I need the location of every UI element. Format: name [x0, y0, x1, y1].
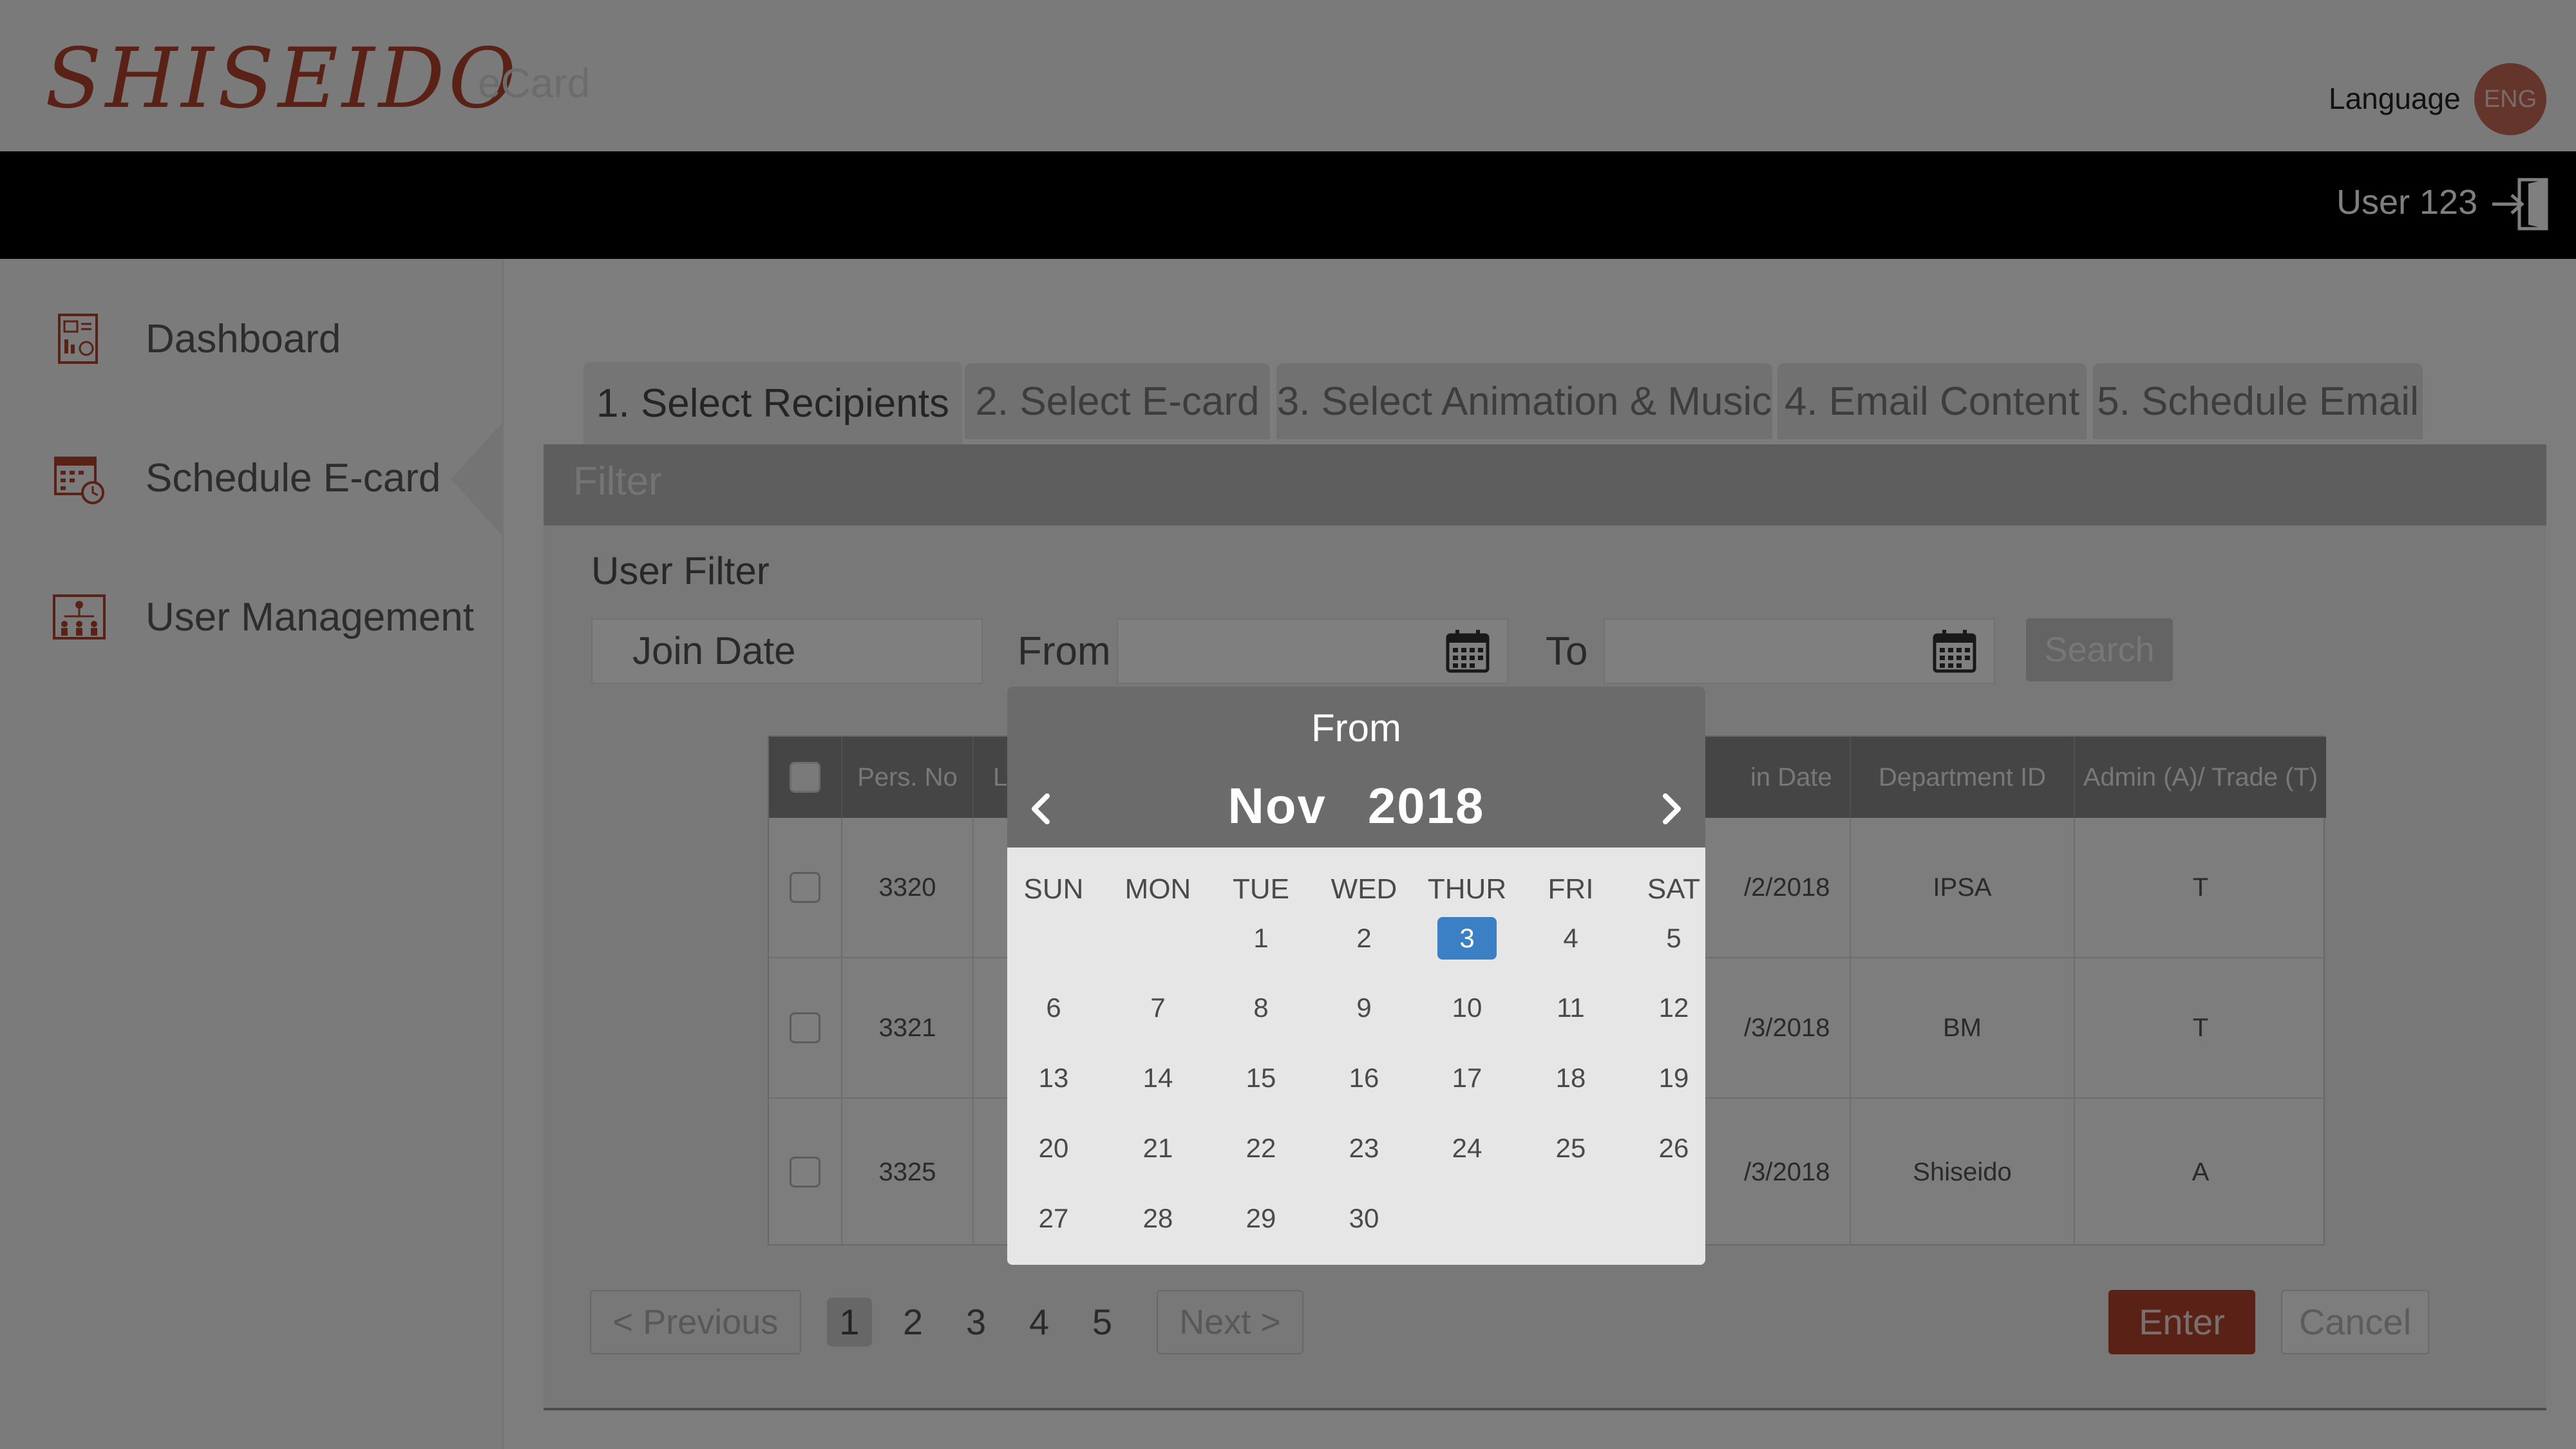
calendar-day[interactable]: 16: [1312, 1057, 1416, 1099]
calendar-day[interactable]: 30: [1312, 1197, 1416, 1240]
calendar-day-number: 29: [1245, 1203, 1276, 1233]
calendar-day-number: 7: [1150, 992, 1166, 1023]
calendar-day[interactable]: 19: [1622, 1057, 1705, 1099]
calendar-day-number: 2: [1356, 923, 1372, 953]
date-picker: From Nov 2018 SUN MON TUE WED THUR FRI SAT 1 2 3 4 5…: [1007, 687, 1705, 1265]
calendar-day[interactable]: 9: [1312, 987, 1416, 1029]
calendar-day-number: 17: [1452, 1063, 1482, 1093]
calendar-day[interactable]: 12: [1622, 987, 1705, 1029]
calendar-day-number: 25: [1555, 1133, 1586, 1163]
calendar-day-number: 22: [1245, 1133, 1276, 1163]
calendar-day[interactable]: 13: [1007, 1057, 1105, 1099]
calendar-day[interactable]: 14: [1106, 1057, 1209, 1099]
weekday-label: WED: [1331, 873, 1397, 905]
weekday-label: TUE: [1233, 873, 1289, 905]
calendar-day-number: 16: [1349, 1063, 1379, 1093]
calendar-day[interactable]: 6: [1007, 987, 1105, 1029]
calendar-day[interactable]: 2: [1312, 917, 1416, 960]
date-picker-title: From: [1311, 706, 1401, 750]
weekday-label: FRI: [1548, 873, 1594, 905]
calendar-day-number: 24: [1452, 1133, 1482, 1163]
calendar-day[interactable]: 17: [1416, 1057, 1519, 1099]
chevron-right-icon[interactable]: [1653, 783, 1691, 835]
calendar-day[interactable]: 28: [1106, 1197, 1209, 1240]
calendar-day-number: 9: [1356, 992, 1372, 1023]
month-year-label: Nov 2018: [1007, 777, 1705, 835]
calendar-day[interactable]: 22: [1209, 1127, 1312, 1170]
calendar-day-number: 14: [1142, 1063, 1173, 1093]
calendar-day[interactable]: 25: [1519, 1127, 1622, 1170]
calendar-day-number: 15: [1245, 1063, 1276, 1093]
calendar-day-number: 3: [1437, 917, 1497, 960]
calendar-day-number: 8: [1253, 992, 1269, 1023]
calendar-day[interactable]: 8: [1209, 987, 1312, 1029]
calendar-day-number: 5: [1666, 923, 1681, 953]
calendar-day[interactable]: 10: [1416, 987, 1519, 1029]
calendar-day[interactable]: 23: [1312, 1127, 1416, 1170]
calendar-day-number: 4: [1563, 923, 1578, 953]
calendar-day[interactable]: 20: [1007, 1127, 1105, 1170]
calendar-day-number: 30: [1349, 1203, 1379, 1233]
calendar-day[interactable]: 15: [1209, 1057, 1312, 1099]
calendar-day-number: 18: [1555, 1063, 1586, 1093]
date-picker-header: From Nov 2018: [1007, 687, 1705, 848]
calendar-day-selected[interactable]: 3: [1416, 917, 1519, 960]
calendar-day-number: 1: [1253, 923, 1269, 953]
calendar-day[interactable]: 26: [1622, 1127, 1705, 1170]
calendar-day[interactable]: 29: [1209, 1197, 1312, 1240]
calendar-day-number: 21: [1142, 1133, 1173, 1163]
calendar-day-number: 12: [1658, 992, 1689, 1023]
calendar-day[interactable]: 24: [1416, 1127, 1519, 1170]
calendar-day-number: 19: [1658, 1063, 1689, 1093]
calendar-day-number: 26: [1658, 1133, 1689, 1163]
calendar-day[interactable]: 27: [1007, 1197, 1105, 1240]
calendar-day[interactable]: 18: [1519, 1057, 1622, 1099]
calendar-day[interactable]: 7: [1106, 987, 1209, 1029]
calendar-day-number: 10: [1452, 992, 1482, 1023]
calendar-day-number: 23: [1349, 1133, 1379, 1163]
calendar-day[interactable]: 1: [1209, 917, 1312, 960]
chevron-left-icon[interactable]: [1021, 783, 1060, 835]
weekday-label: SAT: [1647, 873, 1701, 905]
month-label: Nov: [1227, 777, 1327, 834]
weekday-label: SUN: [1023, 873, 1084, 905]
calendar-day[interactable]: 4: [1519, 917, 1622, 960]
calendar-day-number: 20: [1038, 1133, 1069, 1163]
weekday-label: MON: [1124, 873, 1191, 905]
calendar-day-number: 13: [1038, 1063, 1069, 1093]
calendar-day[interactable]: 5: [1622, 917, 1705, 960]
year-label: 2018: [1367, 777, 1485, 834]
calendar-day[interactable]: 21: [1106, 1127, 1209, 1170]
calendar-day[interactable]: 11: [1519, 987, 1622, 1029]
calendar-day-number: 6: [1046, 992, 1061, 1023]
calendar-day-number: 27: [1038, 1203, 1069, 1233]
calendar-day-number: 28: [1142, 1203, 1173, 1233]
weekday-label: THUR: [1427, 873, 1507, 905]
calendar-day-number: 11: [1557, 992, 1585, 1023]
